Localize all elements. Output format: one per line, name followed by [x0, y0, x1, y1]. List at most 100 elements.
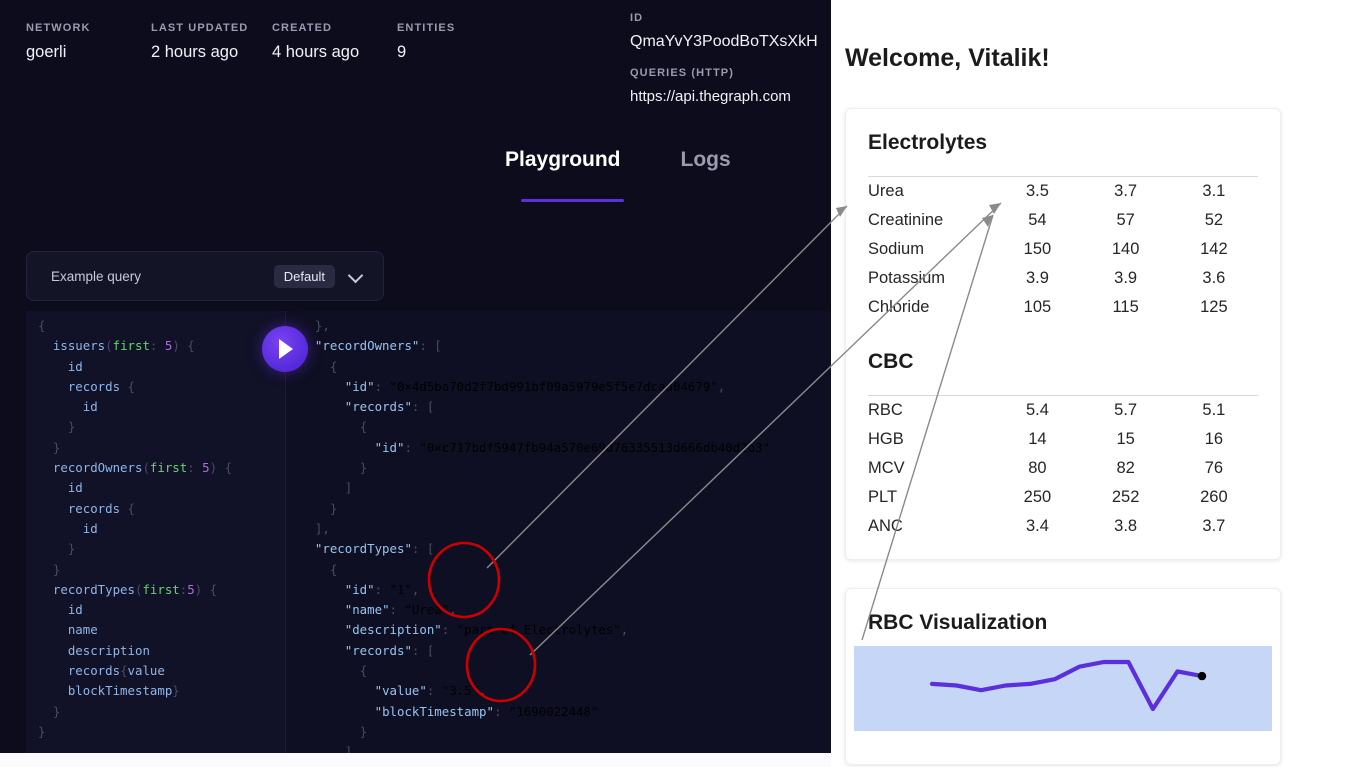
lab-value: 15 — [1116, 430, 1135, 448]
cbc-table-header — [868, 386, 1258, 396]
example-query-selector[interactable]: Example query Default — [26, 251, 384, 301]
electrolytes-section-title: Electrolytes — [868, 131, 988, 154]
lab-name: Sodium — [868, 240, 924, 258]
meta-created-label: CREATED — [272, 22, 333, 34]
lab-name: MCV — [868, 459, 905, 477]
lab-name: Creatinine — [868, 211, 944, 229]
rbc-visualization-title: RBC Visualization — [868, 611, 1048, 634]
lab-value: 14 — [1028, 430, 1047, 448]
lab-value: 16 — [1204, 430, 1224, 448]
table-row: RBC 5.4 5.7 5.1 — [868, 396, 1258, 426]
meta-entities: ENTITIES 9 — [397, 22, 455, 62]
tab-logs[interactable]: Logs — [681, 148, 731, 182]
lab-value: 3.7 — [1114, 182, 1138, 200]
graphql-result-viewer[interactable]: }, "recordOwners": [ { "id": "0×4d5ba70d… — [286, 311, 831, 753]
meta-last-updated-label: LAST UPDATED — [151, 22, 249, 34]
graph-studio-panel: NETWORK goerli LAST UPDATED 2 hours ago … — [0, 0, 831, 753]
lab-value: 76 — [1204, 459, 1224, 477]
meta-last-updated: LAST UPDATED 2 hours ago — [151, 22, 248, 62]
table-row: HGB 14 15 16 — [868, 425, 1258, 454]
tab-playground[interactable]: Playground — [505, 148, 621, 182]
lab-name: ANC — [868, 517, 903, 535]
patient-dashboard-panel: Welcome, Vitalik! Electrolytes Urea 3.5 3.… — [831, 0, 1363, 767]
lab-value: 150 — [1023, 240, 1052, 258]
lab-name: Urea — [868, 182, 904, 200]
meta-id-value[interactable]: QmaYvY3PoodBoTXsXkH — [630, 33, 831, 51]
meta-network-label: NETWORK — [26, 22, 91, 34]
lab-value: 3.5 — [1025, 182, 1049, 200]
page-title: Welcome, Vitalik! — [845, 44, 1050, 72]
rbc-sparkline-path — [929, 659, 1205, 712]
graphql-query-editor[interactable]: { issuers(first: 5) { id records { id } … — [26, 311, 286, 753]
lab-value: 140 — [1111, 240, 1140, 258]
lab-value: 52 — [1204, 211, 1224, 229]
active-tab-indicator — [521, 199, 624, 202]
meta-queries-http: QUERIES (HTTP) https://api.thegraph.com — [630, 67, 831, 105]
lab-name: Potassium — [868, 269, 946, 287]
lab-value: 142 — [1200, 240, 1228, 258]
meta-created-value: 4 hours ago — [272, 43, 360, 61]
lab-value: 125 — [1200, 298, 1228, 316]
panel-bottom-strip — [0, 753, 831, 767]
playground-editor-area: { issuers(first: 5) { id records { id } … — [26, 311, 831, 753]
cbc-table: RBC 5.4 5.7 5.1 HGB 14 15 16 MCV 80 82 76 PLT 250 252 2… — [868, 386, 1258, 541]
lab-value: 57 — [1116, 211, 1135, 229]
lab-value: 3.7 — [1202, 517, 1226, 535]
lab-value: 3.1 — [1202, 182, 1226, 200]
meta-network: NETWORK goerli — [26, 22, 91, 62]
lab-name: Chloride — [868, 298, 930, 316]
meta-id-label: ID — [630, 12, 644, 24]
lab-name: RBC — [868, 401, 903, 419]
lab-value: 250 — [1023, 488, 1052, 506]
studio-tabs: Playground Logs — [505, 148, 731, 198]
lab-value: 82 — [1116, 459, 1135, 477]
table-row: ANC 3.4 3.8 3.7 — [868, 512, 1258, 541]
lab-value: 3.4 — [1025, 517, 1049, 535]
chevron-down-icon[interactable] — [349, 269, 363, 283]
example-query-label: Example query — [51, 268, 142, 284]
graphql-query-code[interactable]: { issuers(first: 5) { id records { id } … — [26, 311, 285, 742]
rbc-visualization-card: RBC Visualization — [845, 588, 1281, 765]
table-row: Urea 3.5 3.7 3.1 — [868, 177, 1258, 207]
example-query-value[interactable]: Default — [273, 264, 335, 288]
table-row: Potassium 3.9 3.9 3.6 — [868, 264, 1258, 293]
lab-value: 3.6 — [1202, 269, 1226, 287]
lab-value: 54 — [1028, 211, 1047, 229]
lab-name: PLT — [868, 488, 898, 506]
table-row: MCV 80 82 76 — [868, 454, 1258, 483]
lab-value: 80 — [1028, 459, 1047, 477]
lab-value: 252 — [1111, 488, 1140, 506]
lab-value: 5.7 — [1114, 401, 1138, 419]
graphql-result-json[interactable]: }, "recordOwners": [ { "id": "0×4d5ba70d… — [286, 311, 831, 753]
electrolytes-table: Urea 3.5 3.7 3.1 Creatinine 54 57 52 Sodium 150 14… — [868, 167, 1258, 322]
rbc-sparkline-svg — [929, 659, 1207, 712]
lab-value: 3.9 — [1114, 269, 1138, 287]
run-query-button[interactable] — [262, 326, 308, 372]
meta-subgraph-id: ID QmaYvY3PoodBoTXsXkH — [630, 12, 831, 51]
table-row: Chloride 105 115 125 — [868, 293, 1258, 322]
lab-name: HGB — [868, 430, 904, 448]
cbc-section-title: CBC — [868, 350, 914, 373]
meta-queries-label: QUERIES (HTTP) — [630, 67, 735, 79]
lab-value: 5.1 — [1202, 401, 1226, 419]
lab-value: 115 — [1112, 298, 1139, 316]
meta-last-updated-value: 2 hours ago — [151, 43, 239, 61]
lab-value: 3.9 — [1025, 269, 1049, 287]
meta-queries-value[interactable]: https://api.thegraph.com — [630, 88, 831, 105]
lab-value: 260 — [1200, 488, 1228, 506]
table-row: PLT 250 252 260 — [868, 483, 1258, 512]
labs-card: Electrolytes Urea 3.5 3.7 3.1 Creatinine 54 57… — [845, 108, 1281, 560]
table-row: Creatinine 54 57 52 — [868, 206, 1258, 235]
rbc-sparkline-endpoint-marker — [1197, 671, 1207, 681]
lab-value: 3.8 — [1114, 517, 1138, 535]
meta-network-value: goerli — [26, 43, 67, 61]
meta-created: CREATED 4 hours ago — [272, 22, 359, 62]
subgraph-meta-row: NETWORK goerli LAST UPDATED 2 hours ago … — [0, 0, 831, 120]
rbc-sparkline-chart — [854, 646, 1272, 731]
meta-entities-value: 9 — [397, 43, 407, 61]
lab-value: 5.4 — [1025, 401, 1049, 419]
electrolytes-table-header — [868, 167, 1258, 177]
lab-value: 105 — [1023, 298, 1052, 316]
table-row: Sodium 150 140 142 — [868, 235, 1258, 264]
meta-entities-label: ENTITIES — [397, 22, 456, 34]
